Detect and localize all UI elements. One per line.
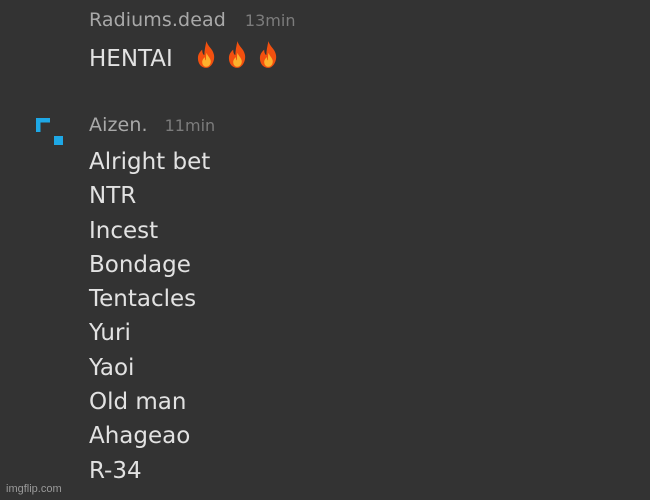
- author-name[interactable]: Radiums.dead: [89, 9, 226, 31]
- message-line: Yaoi: [89, 354, 135, 381]
- message-timestamp: 11min: [164, 116, 216, 135]
- message-line: Incest: [89, 217, 159, 244]
- message-body: HENTAI: [89, 40, 295, 74]
- message-line: R-34: [89, 457, 142, 484]
- message-text: HENTAI: [89, 46, 173, 72]
- message-line: Alright bet: [89, 149, 211, 175]
- message-timestamp: 13min: [244, 11, 296, 30]
- fire-icon: [198, 41, 215, 68]
- message-line: Old man: [89, 389, 187, 416]
- message-body: Alright bet NTR Incest Bondage Tentacles…: [89, 145, 215, 488]
- message-line: Yuri: [89, 320, 131, 347]
- message-header: Radiums.dead 13min: [89, 9, 295, 31]
- emoji-group: [193, 40, 282, 70]
- message-item: Radiums.dead 13min HENTAI: [89, 9, 295, 74]
- fire-icon: [229, 41, 246, 68]
- message-line: NTR: [89, 183, 137, 210]
- message-line: Ahageao: [89, 423, 191, 450]
- message-line: HENTAI: [89, 40, 295, 74]
- message-item: Aizen. 11min Alright bet NTR Incest Bond…: [89, 114, 215, 488]
- message-line: Tentacles: [89, 286, 197, 313]
- watermark: imgflip.com: [6, 483, 62, 495]
- author-name[interactable]: Aizen.: [89, 114, 148, 136]
- fire-icon: [260, 41, 277, 68]
- pixel-logo-icon[interactable]: [36, 118, 64, 146]
- message-line: Bondage: [89, 251, 191, 278]
- message-header: Aizen. 11min: [89, 114, 215, 136]
